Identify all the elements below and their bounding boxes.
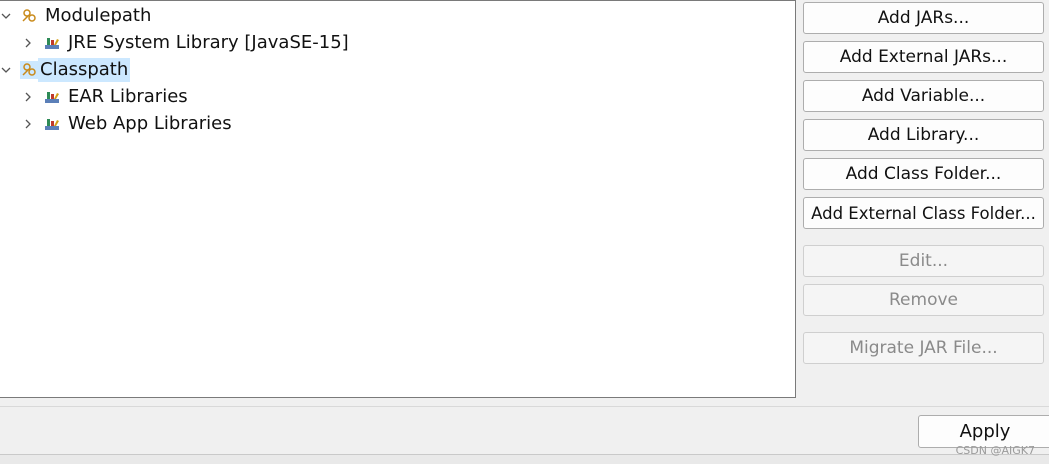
path-folder-icon [20,61,38,79]
library-icon [43,115,61,133]
tree-node-label: EAR Libraries [68,86,188,107]
watermark: CSDN @AIGK7 [955,444,1035,457]
path-folder-icon [20,7,38,25]
build-path-tree[interactable]: Modulepath JRE System Library [JavaSE-15… [0,0,796,398]
tree-node-web-app-libraries[interactable]: Web App Libraries [22,112,234,136]
library-icon [43,88,61,106]
chevron-right-icon[interactable] [22,31,34,55]
add-external-class-folder-button[interactable]: Add External Class Folder... [803,197,1044,229]
add-jars-button[interactable]: Add JARs... [803,2,1044,34]
chevron-down-icon[interactable] [0,4,12,28]
tree-node-label: Modulepath [45,5,152,26]
build-path-dialog: Modulepath JRE System Library [JavaSE-15… [0,0,1049,464]
add-library-button[interactable]: Add Library... [803,119,1044,151]
chevron-right-icon[interactable] [22,112,34,136]
tree-node-label: Classpath [38,58,131,82]
tree-node-modulepath[interactable]: Modulepath [0,4,153,28]
divider [0,406,1049,407]
add-external-jars-button[interactable]: Add External JARs... [803,41,1044,73]
library-icon [43,34,61,52]
bottom-strip [0,454,1049,464]
edit-button[interactable]: Edit... [803,245,1044,277]
tree-node-jre-system-library[interactable]: JRE System Library [JavaSE-15] [22,31,351,55]
tree-node-ear-libraries[interactable]: EAR Libraries [22,85,190,109]
add-variable-button[interactable]: Add Variable... [803,80,1044,112]
tree-node-label: Web App Libraries [68,113,232,134]
tree-node-label: JRE System Library [JavaSE-15] [68,32,349,53]
tree-node-classpath[interactable]: Classpath [0,58,131,82]
remove-button[interactable]: Remove [803,284,1044,316]
migrate-jar-file-button[interactable]: Migrate JAR File... [803,332,1044,364]
chevron-right-icon[interactable] [22,85,34,109]
add-class-folder-button[interactable]: Add Class Folder... [803,158,1044,190]
chevron-down-icon[interactable] [0,58,12,82]
